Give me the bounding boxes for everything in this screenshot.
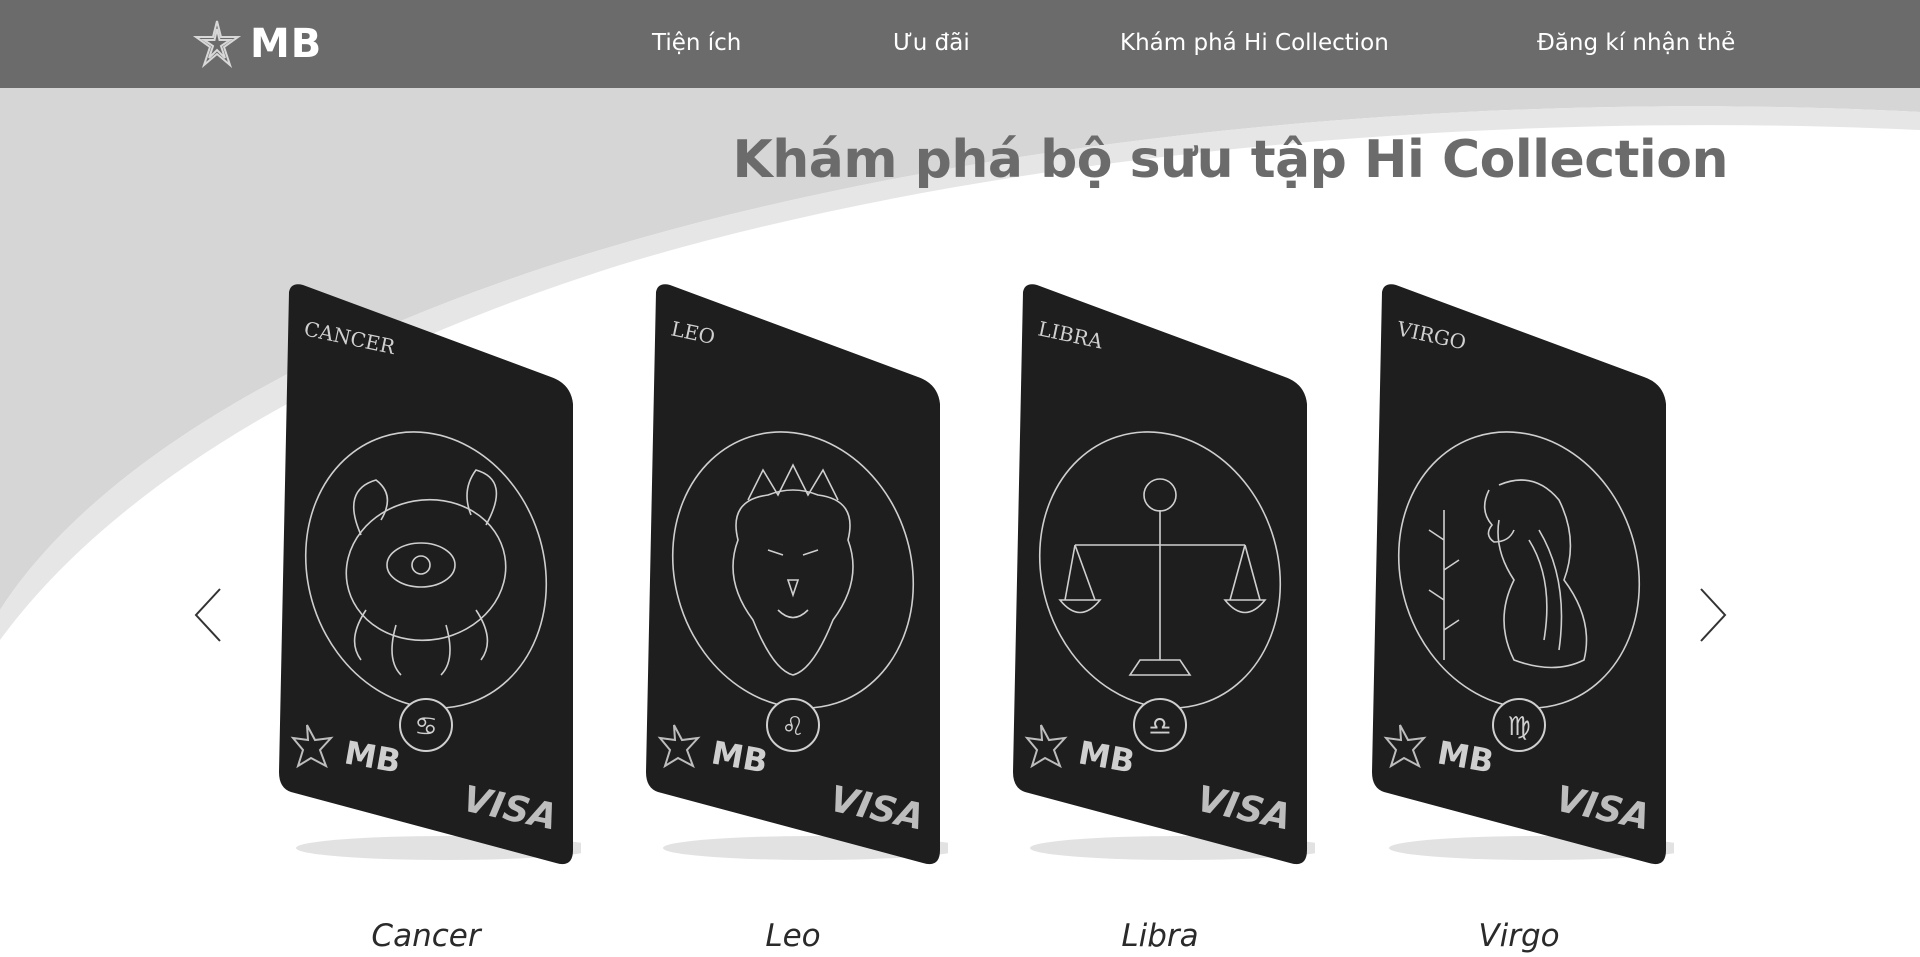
zodiac-card[interactable]: LEO ♌ MB VISA bbox=[638, 280, 948, 880]
card-carousel: CANCER ♋ MB VISA Cancer LEO ♌ MB VISA Le… bbox=[0, 280, 1920, 957]
main-nav: Tiện ích Ưu đãi Khám phá Hi Collection Đ… bbox=[0, 0, 1920, 88]
prev-arrow[interactable] bbox=[188, 585, 228, 645]
chevron-left-icon bbox=[194, 588, 221, 642]
card-item: LIBRA ♎ MB VISA Libra bbox=[1005, 280, 1315, 957]
card-caption: Virgo bbox=[1478, 918, 1560, 954]
nav-kham-pha[interactable]: Khám phá Hi Collection bbox=[1120, 30, 1389, 56]
card-caption: Leo bbox=[765, 918, 821, 954]
zodiac-symbol-icon: ♋ bbox=[414, 712, 437, 742]
chevron-right-icon bbox=[1700, 588, 1727, 642]
card-caption: Cancer bbox=[371, 918, 481, 954]
zodiac-card[interactable]: CANCER ♋ MB VISA bbox=[271, 280, 581, 880]
zodiac-symbol-icon: ♎ bbox=[1148, 712, 1171, 742]
nav-dang-ki[interactable]: Đăng kí nhận thẻ bbox=[1537, 30, 1735, 56]
card-item: CANCER ♋ MB VISA Cancer bbox=[271, 280, 581, 957]
zodiac-card[interactable]: VIRGO ♍ MB VISA bbox=[1364, 280, 1674, 880]
top-nav-bar: MB Tiện ích Ưu đãi Khám phá Hi Collectio… bbox=[0, 0, 1920, 88]
card-caption: Libra bbox=[1121, 918, 1199, 954]
card-item: LEO ♌ MB VISA Leo bbox=[638, 280, 948, 957]
zodiac-symbol-icon: ♍ bbox=[1507, 712, 1530, 742]
card-item: VIRGO ♍ MB VISA Virgo bbox=[1364, 280, 1674, 957]
zodiac-symbol-icon: ♌ bbox=[781, 712, 804, 742]
nav-tien-ich[interactable]: Tiện ích bbox=[652, 30, 741, 56]
zodiac-card[interactable]: LIBRA ♎ MB VISA bbox=[1005, 280, 1315, 880]
page-title: Khám phá bộ sưu tập Hi Collection bbox=[732, 130, 1728, 190]
next-arrow[interactable] bbox=[1693, 585, 1733, 645]
nav-uu-dai[interactable]: Ưu đãi bbox=[893, 30, 970, 56]
